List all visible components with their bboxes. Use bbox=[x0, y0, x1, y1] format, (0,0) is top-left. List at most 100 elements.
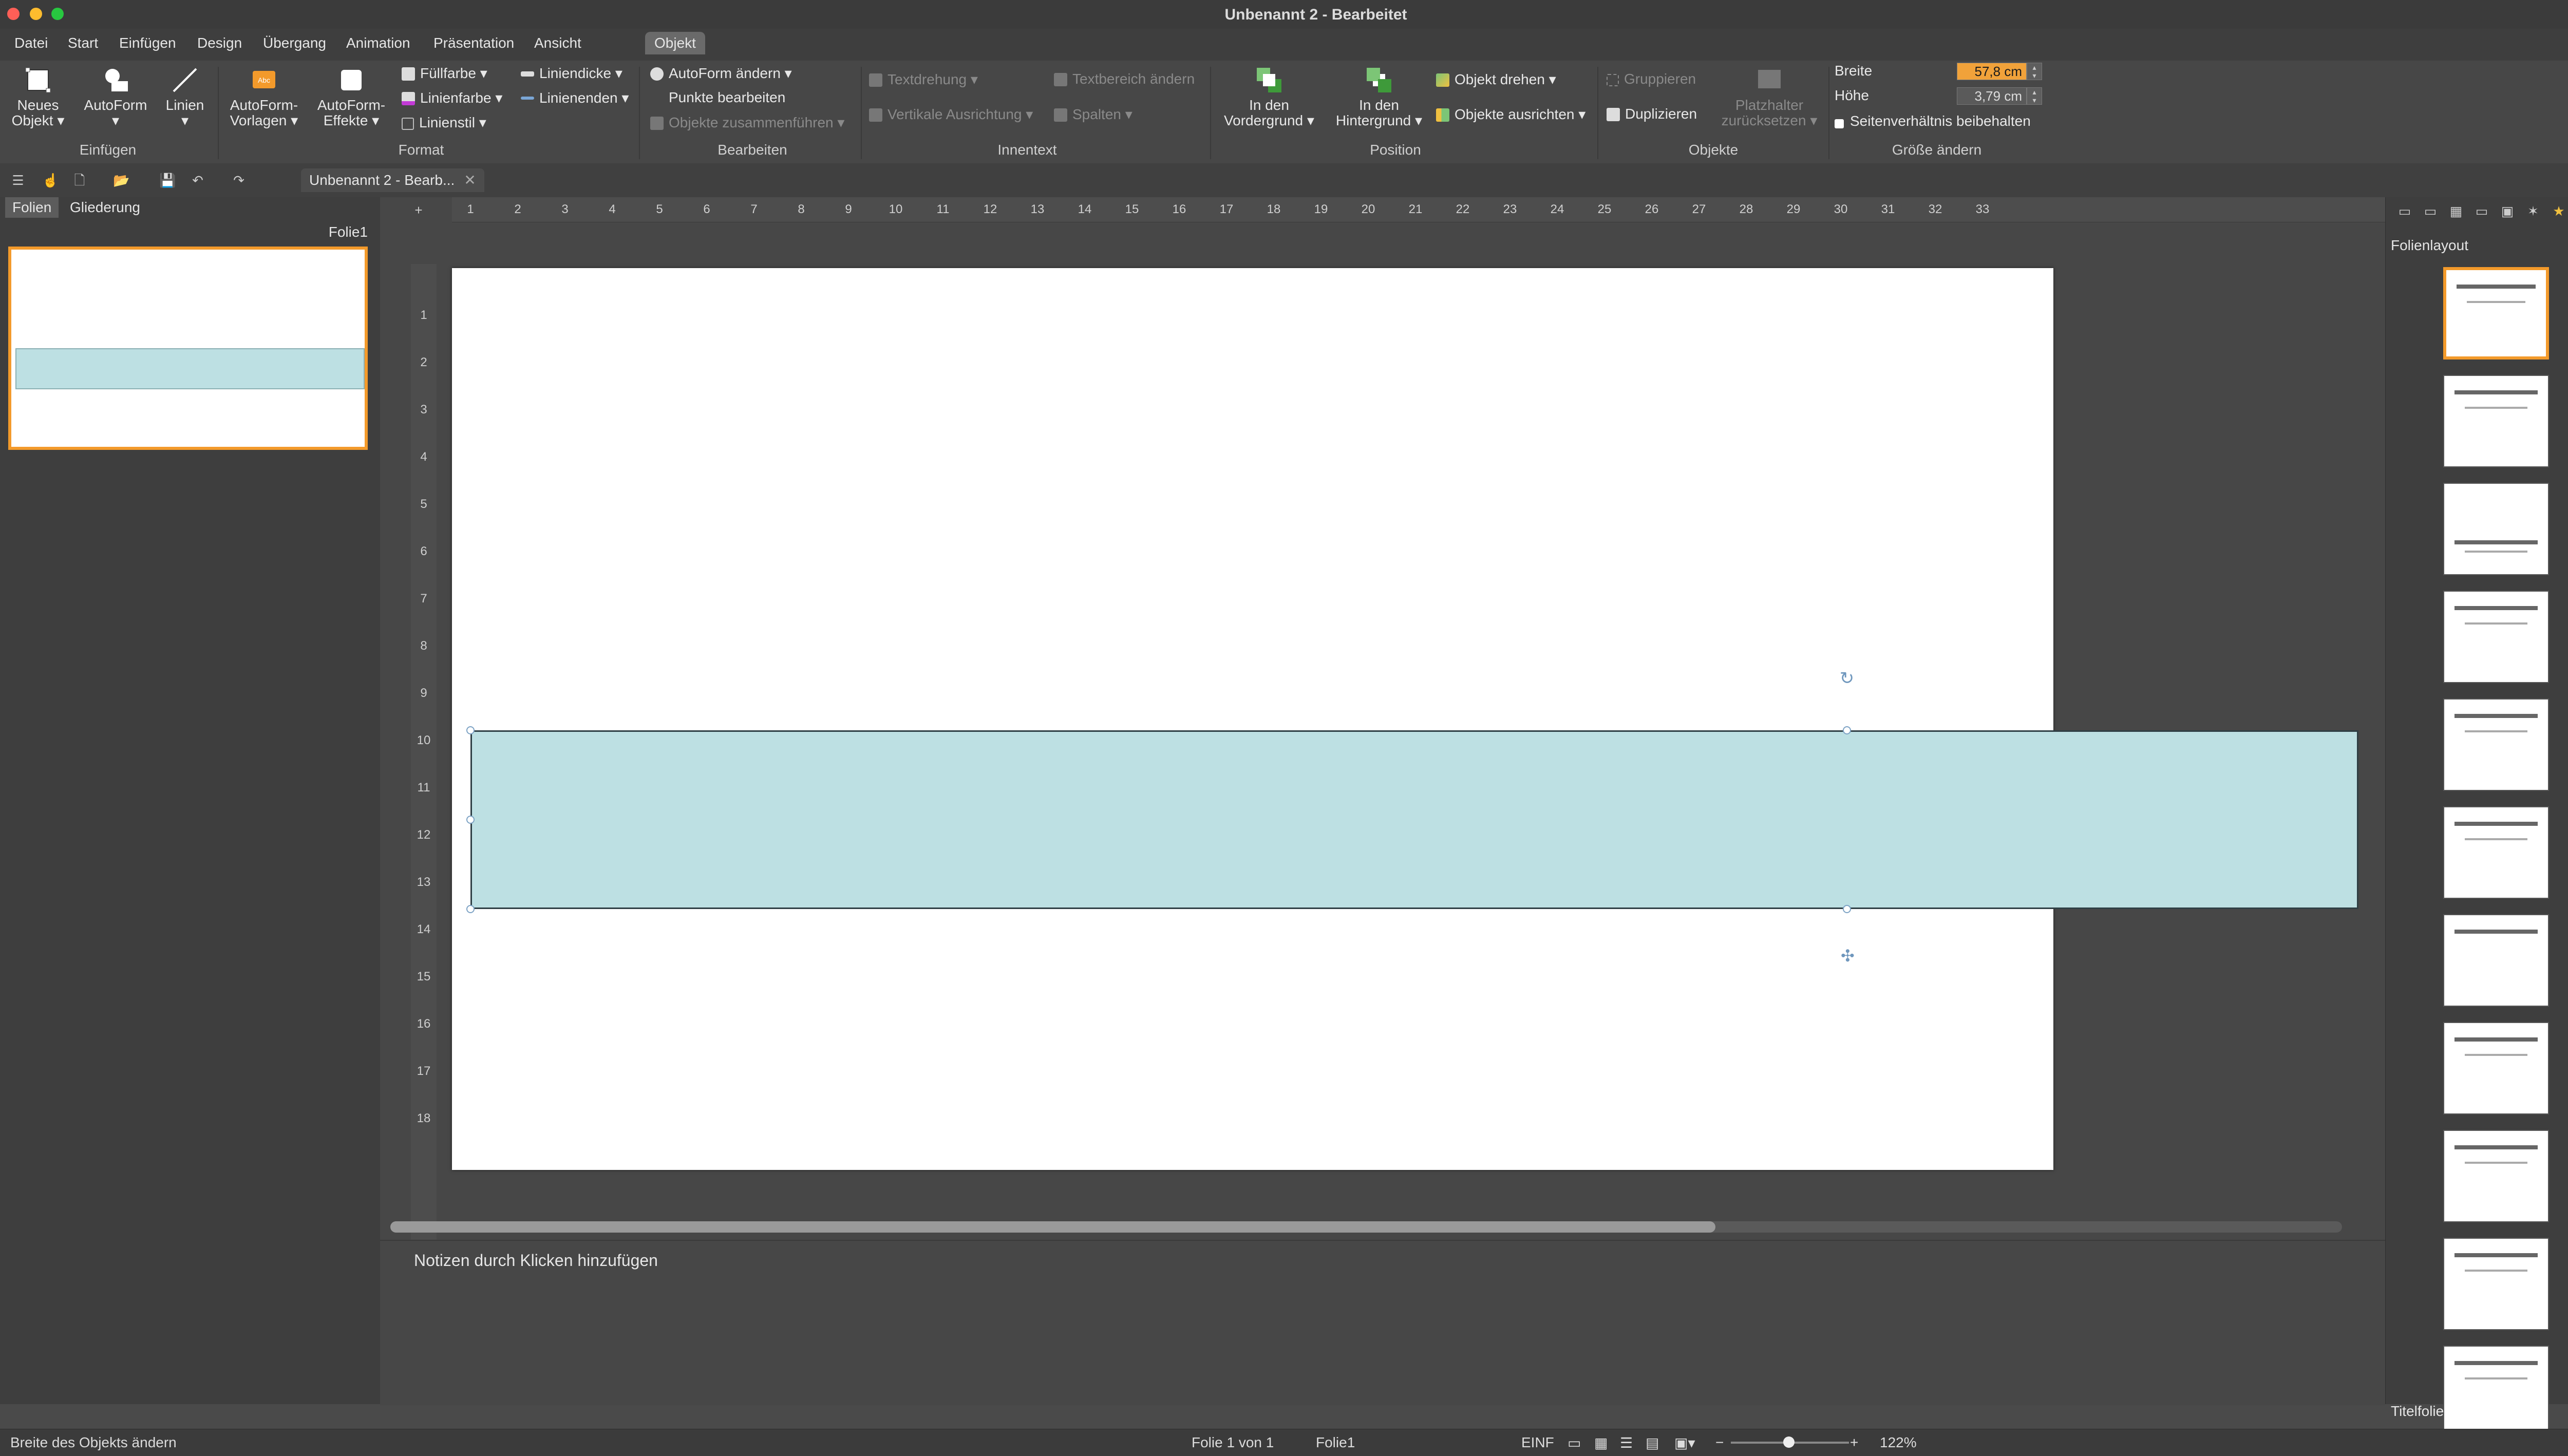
fill-color-button[interactable]: Füllfarbe ▾ bbox=[402, 65, 487, 82]
layout-thumbnail[interactable] bbox=[2443, 1130, 2549, 1222]
autoform-button[interactable]: AutoForm ▾ bbox=[77, 66, 154, 128]
tab-objekt[interactable]: Objekt bbox=[645, 32, 705, 54]
height-input[interactable]: 3,79 cm bbox=[1957, 87, 2027, 105]
line-color-button[interactable]: Linienfarbe ▾ bbox=[402, 89, 502, 106]
save-icon[interactable]: 💾 bbox=[159, 173, 176, 188]
width-label: Breite bbox=[1835, 63, 1873, 79]
autoform-effects-button[interactable]: AutoForm-Effekte ▾ bbox=[311, 66, 391, 128]
keep-aspect-ratio-checkbox[interactable]: Seitenverhältnis beibehalten bbox=[1835, 113, 2031, 129]
layout-view-icon[interactable]: ▭ bbox=[2397, 203, 2412, 219]
layout-title-line bbox=[2454, 1253, 2538, 1257]
ruler-label: 7 bbox=[750, 202, 758, 216]
rotate-handle-icon[interactable]: ↻ bbox=[1839, 670, 1855, 687]
media-view-icon[interactable]: ▣ bbox=[2500, 203, 2515, 219]
tab-ansicht[interactable]: Ansicht bbox=[534, 35, 581, 51]
change-autoform-button[interactable]: AutoForm ändern ▾ bbox=[650, 65, 792, 82]
zoom-slider-thumb[interactable] bbox=[1783, 1436, 1795, 1448]
line-width-button[interactable]: Liniendicke ▾ bbox=[521, 65, 622, 82]
duplicate-button[interactable]: Duplizieren bbox=[1607, 106, 1697, 122]
width-input[interactable]: 57,8 cm bbox=[1957, 63, 2027, 80]
new-document-icon[interactable]: 🗋 bbox=[72, 173, 87, 188]
align-objects-button[interactable]: Objekte ausrichten ▾ bbox=[1436, 106, 1585, 123]
tab-praesentation[interactable]: Präsentation bbox=[433, 35, 514, 51]
resize-handle[interactable] bbox=[466, 726, 475, 734]
columns-button[interactable]: Spalten ▾ bbox=[1054, 106, 1132, 123]
outline-view-icon[interactable]: ☰ bbox=[1620, 1434, 1633, 1451]
layout-thumbnail[interactable] bbox=[2443, 806, 2549, 899]
zoom-level[interactable]: 122% bbox=[1880, 1434, 1917, 1451]
slide-sorter-icon[interactable]: ▦ bbox=[1594, 1434, 1608, 1451]
document-tab[interactable]: Unbenannt 2 - Bearb... ✕ bbox=[301, 168, 484, 192]
change-text-area-button[interactable]: Textbereich ändern bbox=[1054, 71, 1195, 87]
scrollbar-thumb[interactable] bbox=[390, 1221, 1715, 1233]
line-style-button[interactable]: Linienstil ▾ bbox=[402, 114, 486, 131]
tab-uebergang[interactable]: Übergang bbox=[263, 35, 326, 51]
layout-thumbnail[interactable] bbox=[2443, 267, 2549, 360]
close-tab-icon[interactable]: ✕ bbox=[464, 172, 476, 188]
layout-thumbnail[interactable] bbox=[2443, 914, 2549, 1007]
transition-view-icon[interactable]: ▭ bbox=[2423, 203, 2438, 219]
open-folder-icon[interactable]: 📂 bbox=[113, 173, 129, 188]
presentation-icon[interactable]: ▣▾ bbox=[1674, 1434, 1695, 1451]
tab-datei[interactable]: Datei bbox=[14, 35, 48, 51]
rotate-object-button[interactable]: Objekt drehen ▾ bbox=[1436, 71, 1556, 88]
ruler-label: 24 bbox=[1550, 202, 1564, 216]
master-view-icon[interactable]: ▭ bbox=[2474, 203, 2489, 219]
horizontal-scrollbar[interactable] bbox=[390, 1221, 2342, 1233]
layout-thumbnail[interactable] bbox=[2443, 375, 2549, 467]
tab-folien[interactable]: Folien bbox=[5, 197, 59, 218]
reset-placeholder-button[interactable]: Platzhalter zurücksetzen ▾ bbox=[1715, 66, 1823, 128]
ruler-label: 12 bbox=[983, 202, 997, 216]
resize-handle[interactable] bbox=[1843, 905, 1851, 913]
layout-thumbnail[interactable] bbox=[2443, 1238, 2549, 1330]
new-object-button[interactable]: Neues Objekt ▾ bbox=[7, 66, 69, 128]
group-button[interactable]: Gruppieren bbox=[1607, 71, 1696, 87]
normal-view-icon[interactable]: ▭ bbox=[1568, 1434, 1581, 1451]
animation-view-icon[interactable]: ▦ bbox=[2448, 203, 2464, 219]
zoom-out-icon[interactable]: − bbox=[1715, 1434, 1724, 1451]
tab-animation[interactable]: Animation bbox=[346, 35, 410, 51]
tab-design[interactable]: Design bbox=[197, 35, 242, 51]
tab-gliederung[interactable]: Gliederung bbox=[63, 197, 147, 218]
layout-thumbnail[interactable] bbox=[2443, 591, 2549, 683]
ruler-label: 25 bbox=[1597, 202, 1612, 216]
layout-thumbnail[interactable] bbox=[2443, 1346, 2549, 1438]
tab-start[interactable]: Start bbox=[68, 35, 98, 51]
slide-canvas[interactable] bbox=[452, 268, 2053, 1170]
ruler-label: 18 bbox=[1267, 202, 1281, 216]
resize-handle[interactable] bbox=[1843, 726, 1851, 734]
sidebar-toggle-icon[interactable]: ☰ bbox=[10, 173, 26, 188]
lines-button[interactable]: Linien ▾ bbox=[159, 66, 211, 128]
redo-icon[interactable]: ↷ bbox=[231, 173, 247, 188]
merge-objects-button[interactable]: Objekte zusammenführen ▾ bbox=[650, 114, 844, 131]
ruler-origin-icon[interactable]: + bbox=[411, 202, 426, 218]
tab-einfuegen[interactable]: Einfügen bbox=[119, 35, 176, 51]
favorites-star-icon[interactable]: ★ bbox=[2551, 203, 2566, 219]
resize-handle[interactable] bbox=[466, 816, 475, 824]
edit-points-button[interactable]: Punkte bearbeiten bbox=[650, 89, 785, 106]
zoom-in-icon[interactable]: + bbox=[1850, 1434, 1858, 1451]
effects-view-icon[interactable]: ✶ bbox=[2525, 203, 2541, 219]
bring-to-front-button[interactable]: In den Vordergrund ▾ bbox=[1215, 66, 1323, 128]
text-rotation-button[interactable]: Textdrehung ▾ bbox=[869, 71, 978, 88]
window-title: Unbenannt 2 - Bearbeitet bbox=[1224, 6, 1407, 23]
selected-rectangle-shape[interactable] bbox=[470, 730, 2358, 909]
slide-thumbnail[interactable] bbox=[8, 247, 368, 450]
layout-thumbnail[interactable] bbox=[2443, 483, 2549, 575]
line-ends-button[interactable]: Linienenden ▾ bbox=[521, 89, 629, 106]
send-to-back-button[interactable]: In den Hintergrund ▾ bbox=[1325, 66, 1433, 128]
autoform-templates-button[interactable]: Abc AutoForm-Vorlagen ▾ bbox=[224, 66, 304, 128]
layout-thumbnail[interactable] bbox=[2443, 1022, 2549, 1114]
pointer-icon[interactable]: ☝ bbox=[42, 173, 59, 188]
group-label-bearbeiten: Bearbeiten bbox=[717, 142, 787, 158]
ruler-label: 33 bbox=[1975, 202, 1990, 216]
notes-area[interactable]: Notizen durch Klicken hinzufügen bbox=[380, 1240, 2385, 1405]
notes-view-icon[interactable]: ▤ bbox=[1646, 1434, 1659, 1451]
resize-handle[interactable] bbox=[466, 905, 475, 913]
undo-icon[interactable]: ↶ bbox=[190, 173, 205, 188]
status-insert-mode[interactable]: EINF bbox=[1521, 1434, 1554, 1451]
layout-thumbnail[interactable] bbox=[2443, 698, 2549, 791]
height-stepper[interactable]: ▴ ▾ bbox=[2027, 87, 2042, 105]
width-stepper[interactable]: ▴ ▾ bbox=[2027, 63, 2042, 80]
vertical-alignment-button[interactable]: Vertikale Ausrichtung ▾ bbox=[869, 106, 1033, 123]
